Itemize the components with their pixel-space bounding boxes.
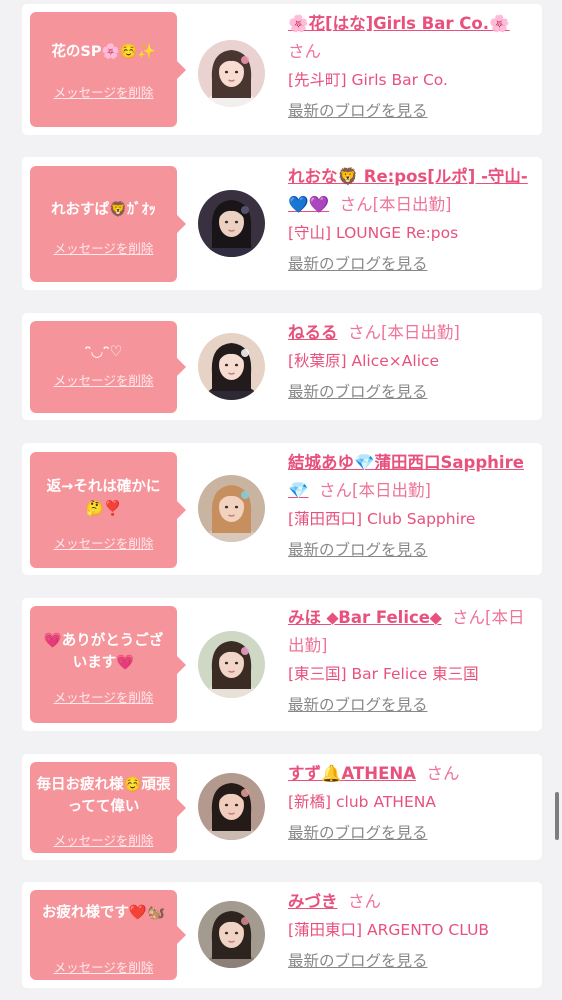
latest-blog-link[interactable]: 最新のブログを見る — [288, 253, 428, 275]
message-text: ᵔ◡ᵔ♡ — [84, 344, 123, 360]
delete-message-link[interactable]: メッセージを削除 — [30, 833, 177, 849]
cast-name-link[interactable]: 🌸花[はな]Girls Bar Co.🌸 — [288, 14, 510, 33]
honorific: さん — [288, 42, 321, 61]
message-bubble: れおすぱ🦁ｶﾞｵｯ メッセージを削除 — [30, 166, 186, 282]
shop-name: [秋葉原] Alice×Alice — [288, 352, 440, 370]
message-card: お疲れ様です❤️🐿️ メッセージを削除 みづき さん [蒲田東口] ARGENT… — [22, 882, 542, 988]
scrollbar-thumb[interactable] — [555, 792, 559, 840]
message-card: 毎日お疲れ様☺️頑張ってて偉い メッセージを削除 すず🔔ATHENA さん [新… — [22, 754, 542, 860]
cast-info: れおな🦁 Re:pos[ルポ] -守山-💙💜 さん[本日出勤] [守山] LOU… — [288, 163, 532, 275]
avatar[interactable] — [198, 475, 265, 542]
message-text: 返→それは確かに🤔❣️ — [46, 479, 161, 517]
message-card: 花のSP🌸☺️✨ メッセージを削除 🌸花[はな]Girls Bar Co.🌸 さん… — [22, 4, 542, 135]
avatar[interactable] — [198, 901, 265, 968]
message-text: 花のSP🌸☺️✨ — [51, 44, 156, 60]
message-text: れおすぱ🦁ｶﾞｵｯ — [50, 202, 157, 218]
avatar[interactable] — [198, 40, 265, 107]
latest-blog-link[interactable]: 最新のブログを見る — [288, 950, 428, 972]
cast-name-link[interactable]: みほ ⬥Bar Felice⬥ — [288, 608, 442, 627]
shop-name: [新橋] club ATHENA — [288, 793, 436, 811]
delete-message-link[interactable]: メッセージを削除 — [30, 85, 177, 101]
cast-info: 🌸花[はな]Girls Bar Co.🌸 さん [先斗町] Girls Bar C… — [288, 10, 532, 122]
honorific: さん — [348, 892, 381, 911]
delete-message-link[interactable]: メッセージを削除 — [30, 690, 177, 706]
message-text: 毎日お疲れ様☺️頑張ってて偉い — [36, 777, 171, 815]
cast-info: 結城あゆ💎蒲田西口Sapphire💎 さん[本日出勤] [蒲田西口] Club … — [288, 449, 532, 561]
avatar[interactable] — [198, 190, 265, 257]
delete-message-link[interactable]: メッセージを削除 — [30, 960, 177, 976]
cast-name-link[interactable]: ねるる — [288, 323, 338, 342]
message-card: れおすぱ🦁ｶﾞｵｯ メッセージを削除 れおな🦁 Re:pos[ルポ] -守山-💙… — [22, 157, 542, 290]
honorific: さん — [426, 764, 460, 783]
cast-info: すず🔔ATHENA さん [新橋] club ATHENA 最新のブログを見る — [288, 760, 532, 844]
message-text: お疲れ様です❤️🐿️ — [41, 905, 166, 921]
honorific: さん[本日出勤] — [348, 323, 460, 342]
latest-blog-link[interactable]: 最新のブログを見る — [288, 100, 428, 122]
message-text: 💗ありがとうござ います💗 — [43, 633, 164, 671]
message-bubble: 返→それは確かに🤔❣️ メッセージを削除 — [30, 452, 186, 568]
message-bubble: ᵔ◡ᵔ♡ メッセージを削除 — [30, 321, 186, 413]
latest-blog-link[interactable]: 最新のブログを見る — [288, 381, 428, 403]
cast-info: みほ ⬥Bar Felice⬥ さん[本日出勤] [東三国] Bar Felic… — [288, 604, 532, 716]
avatar[interactable] — [198, 333, 265, 400]
avatar[interactable] — [198, 773, 265, 840]
latest-blog-link[interactable]: 最新のブログを見る — [288, 822, 428, 844]
shop-name: [守山] LOUNGE Re:pos — [288, 224, 459, 242]
honorific: さん[本日出勤] — [339, 195, 452, 214]
message-card: 返→それは確かに🤔❣️ メッセージを削除 結城あゆ💎蒲田西口Sapphire💎 … — [22, 443, 542, 575]
message-card: 💗ありがとうござ います💗 メッセージを削除 みほ ⬥Bar Felice⬥ さ… — [22, 598, 542, 731]
shop-name: [蒲田東口] ARGENTO CLUB — [288, 921, 490, 939]
message-bubble: 花のSP🌸☺️✨ メッセージを削除 — [30, 12, 186, 127]
latest-blog-link[interactable]: 最新のブログを見る — [288, 694, 428, 716]
honorific: さん[本日出勤] — [319, 481, 431, 500]
shop-name: [東三国] Bar Felice 東三国 — [288, 665, 479, 683]
delete-message-link[interactable]: メッセージを削除 — [30, 536, 177, 552]
shop-name: [蒲田西口] Club Sapphire — [288, 510, 476, 528]
cast-name-link[interactable]: みづき — [288, 892, 338, 911]
message-card: ᵔ◡ᵔ♡ メッセージを削除 ねるる さん[本日出勤] [秋葉原] Alice×A… — [22, 313, 542, 420]
delete-message-link[interactable]: メッセージを削除 — [30, 241, 177, 257]
cast-info: みづき さん [蒲田東口] ARGENTO CLUB 最新のブログを見る — [288, 888, 532, 972]
cast-info: ねるる さん[本日出勤] [秋葉原] Alice×Alice 最新のブログを見る — [288, 319, 532, 403]
message-bubble: お疲れ様です❤️🐿️ メッセージを削除 — [30, 890, 186, 980]
shop-name: [先斗町] Girls Bar Co. — [288, 71, 448, 89]
message-list: 花のSP🌸☺️✨ メッセージを削除 🌸花[はな]Girls Bar Co.🌸 さん… — [0, 0, 562, 1000]
message-bubble: 毎日お疲れ様☺️頑張ってて偉い メッセージを削除 — [30, 762, 186, 853]
latest-blog-link[interactable]: 最新のブログを見る — [288, 539, 428, 561]
message-bubble: 💗ありがとうござ います💗 メッセージを削除 — [30, 606, 186, 723]
delete-message-link[interactable]: メッセージを削除 — [30, 373, 177, 389]
cast-name-link[interactable]: すず🔔ATHENA — [288, 764, 416, 783]
avatar[interactable] — [198, 631, 265, 698]
